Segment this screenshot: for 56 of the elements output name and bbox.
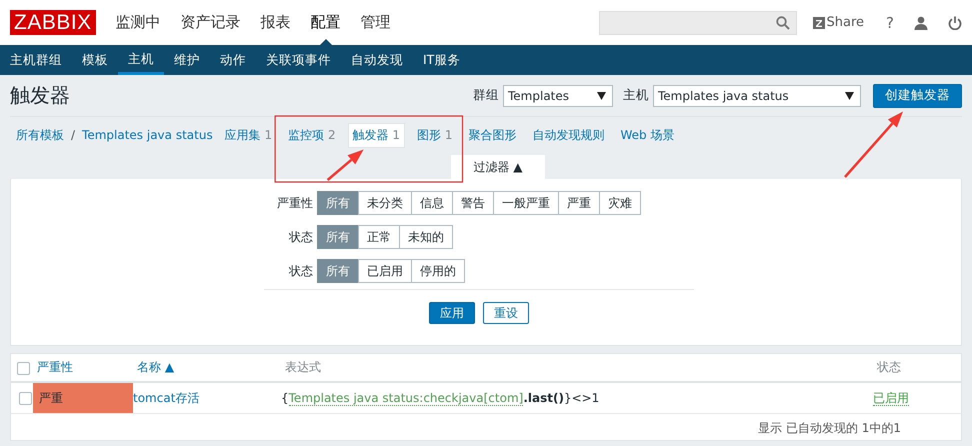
filter-label: 严重性 [276, 194, 314, 212]
tab[interactable]: Web 场景 [616, 124, 678, 146]
filter-label: 状态 [288, 228, 314, 246]
breadcrumb-separator: / [71, 128, 76, 142]
trigger-expression: {Templates java status:checkjava[ctom].last()}<>1 [281, 391, 600, 406]
menu-item[interactable]: 配置 [300, 0, 351, 45]
submenu-item[interactable]: 维护 [164, 45, 210, 75]
table-footer-text: 显示 已自动发现的 1中的1 [758, 420, 901, 437]
menu-item[interactable]: 资产记录 [170, 0, 251, 45]
filter-option[interactable]: 警告 [452, 191, 494, 215]
filter-option[interactable]: 停用的 [411, 259, 465, 283]
submenu-item[interactable]: 模板 [72, 45, 118, 75]
menu-item[interactable]: 管理 [350, 0, 401, 45]
page-title: 触发器 [10, 82, 70, 109]
filter-tab[interactable]: 过滤器 ▲ [451, 155, 545, 179]
column-header[interactable]: 严重性 [33, 360, 73, 374]
dropdown[interactable]: Templates java status [653, 84, 861, 106]
create-trigger-button[interactable]: 创建触发器 [873, 84, 962, 108]
apply-button[interactable]: 应用 [429, 302, 475, 324]
filter-option[interactable]: 未知的 [399, 225, 453, 249]
help-link[interactable]: ? [886, 14, 894, 32]
filter-option[interactable]: 信息 [411, 191, 453, 215]
zabbix-logo[interactable]: ZABBIX [10, 10, 96, 35]
tab[interactable]: 自动发现规则 [528, 124, 609, 146]
column-header: 表达式 [284, 360, 321, 374]
severity-cell: 严重 [33, 382, 133, 414]
field-label: 主机 [623, 87, 649, 104]
submenu-item[interactable]: IT服务 [413, 45, 470, 75]
tab[interactable]: 触发器 1 [348, 122, 406, 148]
breadcrumb-link[interactable]: 所有模板 [16, 126, 64, 144]
column-header: 状态 [876, 360, 901, 374]
submenu-item[interactable]: 主机 [118, 45, 164, 75]
filter-option[interactable]: 正常 [358, 225, 400, 249]
field-label: 群组 [473, 87, 499, 104]
tab[interactable]: 聚合图形 [464, 124, 521, 146]
menu-item[interactable]: 报表 [250, 0, 301, 45]
dropdown[interactable]: Templates [503, 84, 613, 106]
trigger-name-link[interactable]: tomcat存活 [133, 390, 200, 404]
column-header[interactable]: 名称 ▲ [133, 360, 174, 374]
filter-label: 状态 [288, 262, 314, 280]
filter-option[interactable]: 严重 [558, 191, 600, 215]
submenu-item[interactable]: 自动发现 [341, 45, 413, 75]
submenu-item[interactable]: 关联项事件 [256, 45, 341, 75]
share-link[interactable]: Share [812, 15, 864, 30]
tab[interactable]: 监控项 2 [284, 124, 340, 146]
tab[interactable]: 应用集 1 [220, 124, 276, 146]
submenu-item[interactable]: 动作 [210, 45, 256, 75]
menu-item[interactable]: 监测中 [106, 0, 171, 45]
reset-button[interactable]: 重设 [483, 302, 529, 324]
tab[interactable]: 图形 1 [413, 124, 457, 146]
filter-option[interactable]: 未分类 [358, 191, 412, 215]
filter-option[interactable]: 一般严重 [493, 191, 559, 215]
filter-option[interactable]: 已启用 [358, 259, 412, 283]
breadcrumb-link[interactable]: Templates java status [82, 128, 213, 142]
submenu-item[interactable]: 主机群组 [0, 45, 72, 75]
filter-option[interactable]: 灾难 [599, 191, 641, 215]
